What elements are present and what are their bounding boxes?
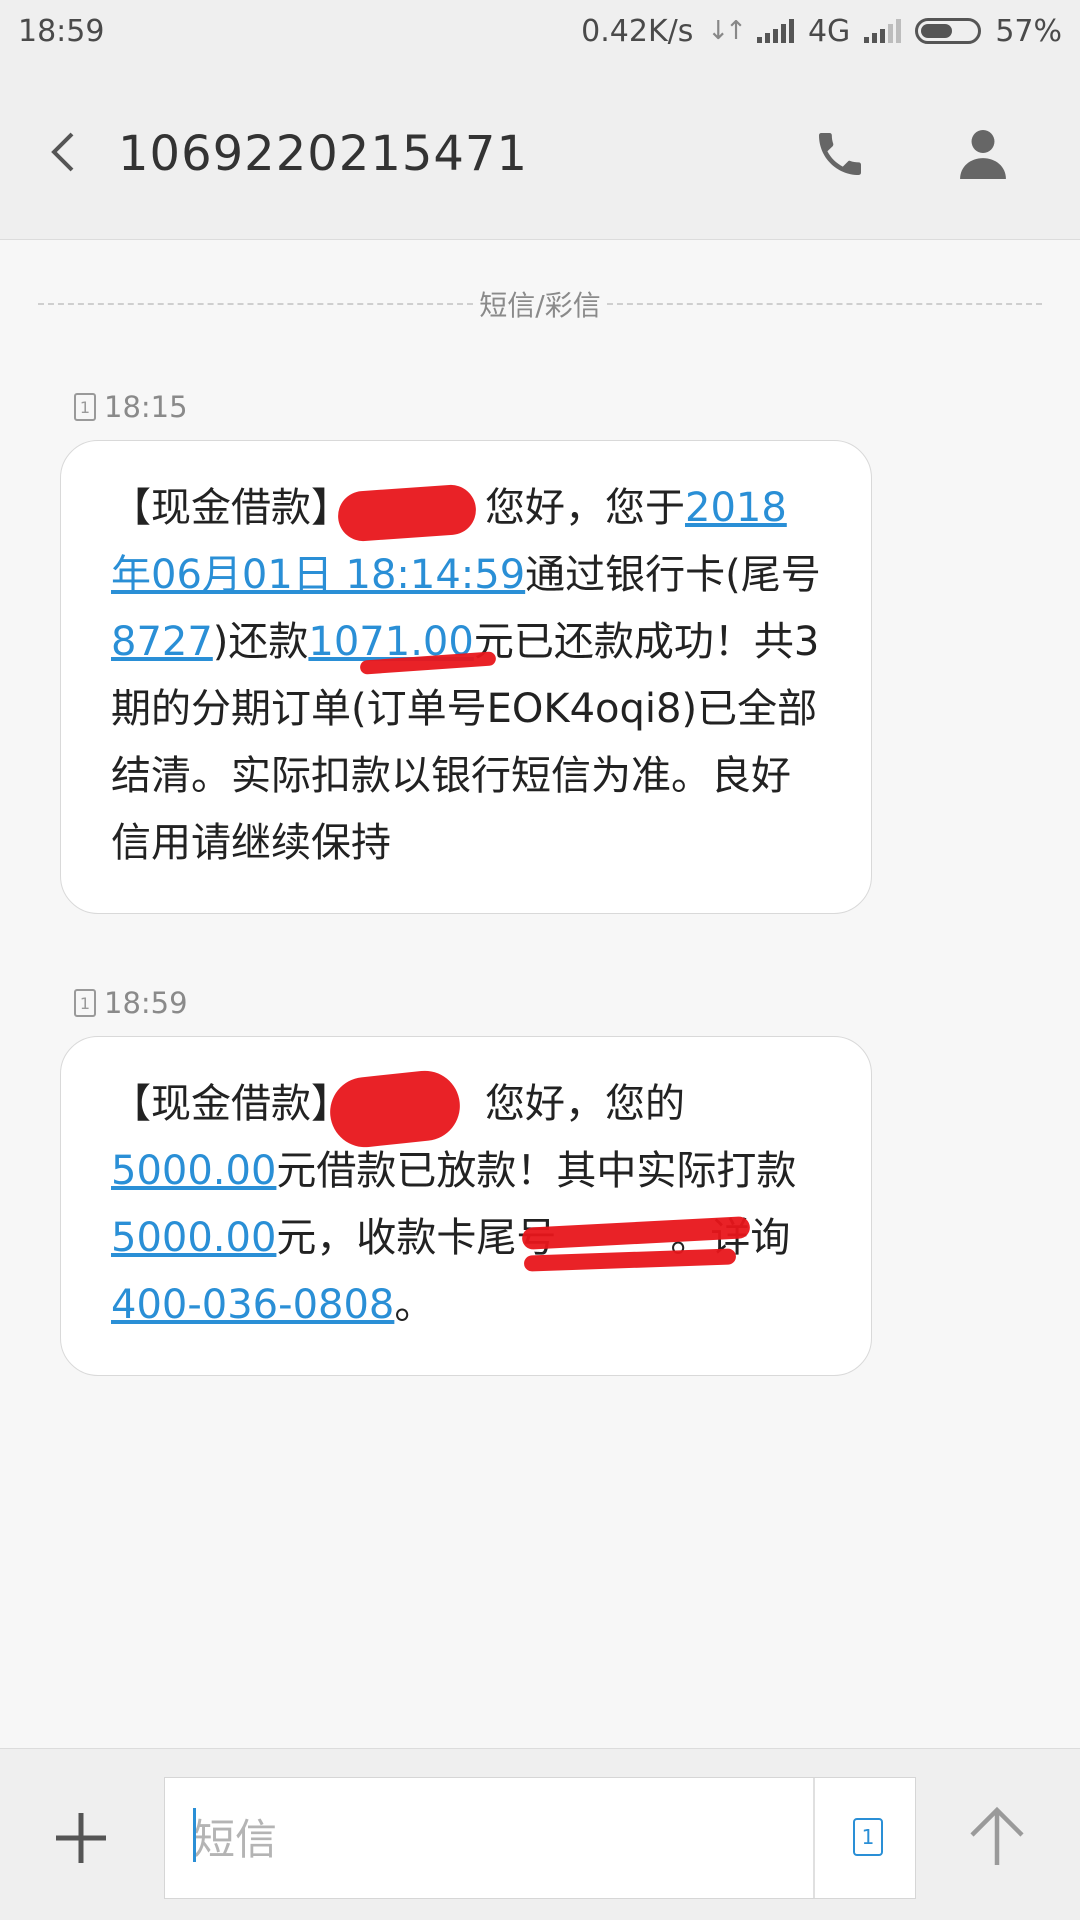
signal-strength-icon (756, 19, 794, 43)
message-text: 通过银行卡(尾号 (525, 552, 821, 598)
message-text: )还款 (212, 619, 309, 665)
data-activity-icon: ↓↑ (707, 16, 747, 46)
phone-icon (819, 133, 861, 175)
back-arrow-icon (51, 132, 74, 172)
message-timestamp: 1 18:15 (74, 390, 188, 424)
send-button[interactable] (966, 1803, 1028, 1869)
battery-icon (915, 18, 982, 44)
message-text: 元借款已放款！其中实际打款 (276, 1148, 797, 1194)
message-timestamp: 1 18:59 (74, 986, 188, 1020)
sim-card-icon: 1 (74, 393, 96, 421)
network-type: 4G (807, 13, 851, 49)
status-time: 18:59 (18, 13, 105, 49)
contact-number: 1069220215471 (118, 126, 529, 182)
net-speed: 0.42K/s (581, 13, 694, 49)
add-attachment-button[interactable] (50, 1807, 112, 1869)
message-text: 【现金借款】 (111, 1081, 351, 1127)
phone-number-link[interactable]: 400-036-0808 (111, 1282, 394, 1328)
message-bubble[interactable]: 【现金借款】 您好，您的 5000.00元借款已放款！其中实际打款5000.00元，… (60, 1036, 872, 1376)
sim-select-icon[interactable]: 1 (853, 1818, 883, 1856)
status-bar: 18:59 0.42K/s ↓↑ 4G 57% (0, 0, 1080, 62)
message-text: 【现金借款】 (111, 485, 351, 531)
battery-fill (921, 24, 953, 38)
message-text: 。 (394, 1282, 435, 1328)
card-number-link[interactable]: 8727 (111, 619, 213, 665)
back-button[interactable] (40, 122, 84, 182)
text-cursor (193, 1808, 196, 1862)
contact-details-button[interactable] (958, 126, 1008, 182)
sim-card-icon: 1 (74, 989, 96, 1017)
add-icon (56, 1813, 106, 1863)
message-type-label: 短信/彩信 (479, 289, 601, 322)
amount-link[interactable]: 5000.00 (111, 1148, 276, 1194)
message-text: 元，收款卡尾号 (276, 1215, 557, 1261)
signal-strength-2-icon (864, 19, 902, 43)
message-time: 18:59 (104, 986, 188, 1020)
amount-link[interactable]: 5000.00 (111, 1215, 276, 1261)
message-input-box[interactable]: 1 (164, 1777, 916, 1899)
compose-bar: 1 (0, 1748, 1080, 1920)
redaction-mark (336, 483, 478, 543)
message-text: 您好，您于 (485, 485, 685, 531)
message-type-divider: 短信/彩信 (38, 286, 1042, 322)
battery-percent: 57% (995, 13, 1062, 49)
send-arrow-icon (970, 1806, 1024, 1865)
message-text: 您好，您的 (485, 1081, 685, 1127)
status-indicators: 0.42K/s ↓↑ 4G 57% (581, 14, 1062, 49)
call-button[interactable] (812, 126, 868, 182)
message-time: 18:15 (104, 390, 188, 424)
conversation-header: 1069220215471 (0, 62, 1080, 240)
message-input[interactable] (193, 1800, 793, 1878)
person-icon (960, 130, 1006, 179)
